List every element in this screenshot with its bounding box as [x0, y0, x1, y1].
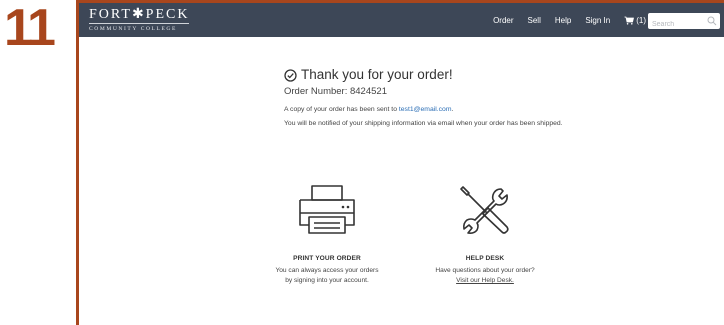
help-desk-card[interactable]: HELP DESK Have questions about your orde… [425, 183, 545, 286]
nav-sell-link[interactable]: Sell [528, 16, 541, 25]
confirmation-title: Thank you for your order! [301, 67, 453, 82]
printer-icon [299, 185, 355, 234]
nav-links: Order Sell Help Sign In (1) [479, 3, 646, 37]
order-number: Order Number: 8424521 [284, 86, 387, 97]
print-order-card[interactable]: PRINT YOUR ORDER You can always access y… [275, 183, 379, 286]
college-logo[interactable]: FORT✱PECK COMMUNITY COLLEGE [89, 7, 190, 33]
nav-order-link[interactable]: Order [493, 16, 513, 25]
order-confirmation: Thank you for your order! Order Number: … [284, 67, 574, 129]
cart-button[interactable]: (1) [624, 16, 646, 25]
check-circle-icon [284, 68, 297, 82]
logo-wordmark: FORT✱PECK [89, 7, 190, 24]
email-copy-notice: A copy of your order has been sent to te… [284, 106, 574, 113]
nav-sign-in-link[interactable]: Sign In [585, 16, 610, 25]
help-desk-line: Have questions about your order? [435, 267, 535, 274]
step-number: 11 [4, 0, 56, 57]
print-order-line: You can always access your orders [275, 267, 379, 274]
print-order-line: by signing into your account. [285, 277, 369, 284]
search-input[interactable] [648, 16, 706, 33]
cart-count: (1) [636, 15, 646, 25]
email-copy-text: A copy of your order has been sent to [284, 106, 399, 113]
browser-frame: FORT✱PECK COMMUNITY COLLEGE Order Sell H… [76, 0, 724, 325]
print-order-title: PRINT YOUR ORDER [293, 255, 361, 262]
nav-help-link[interactable]: Help [555, 16, 571, 25]
help-desk-title: HELP DESK [465, 255, 505, 262]
search-icon[interactable] [707, 16, 717, 26]
help-desk-link[interactable]: Visit our Help Desk. [425, 276, 545, 286]
top-navbar: FORT✱PECK COMMUNITY COLLEGE Order Sell H… [79, 3, 724, 37]
logo-subtitle: COMMUNITY COLLEGE [89, 26, 177, 32]
email-copy-suffix: . [451, 106, 454, 113]
print-order-text: You can always access your orders by sig… [275, 266, 379, 286]
confirmation-heading: Thank you for your order! [284, 67, 574, 83]
search-box [648, 13, 720, 33]
tools-icon [460, 186, 509, 234]
cart-icon [624, 16, 635, 25]
email-link[interactable]: test1@email.com [399, 106, 452, 113]
help-desk-text: Have questions about your order? Visit o… [425, 266, 545, 286]
shipping-notice: You will be notified of your shipping in… [284, 120, 563, 127]
